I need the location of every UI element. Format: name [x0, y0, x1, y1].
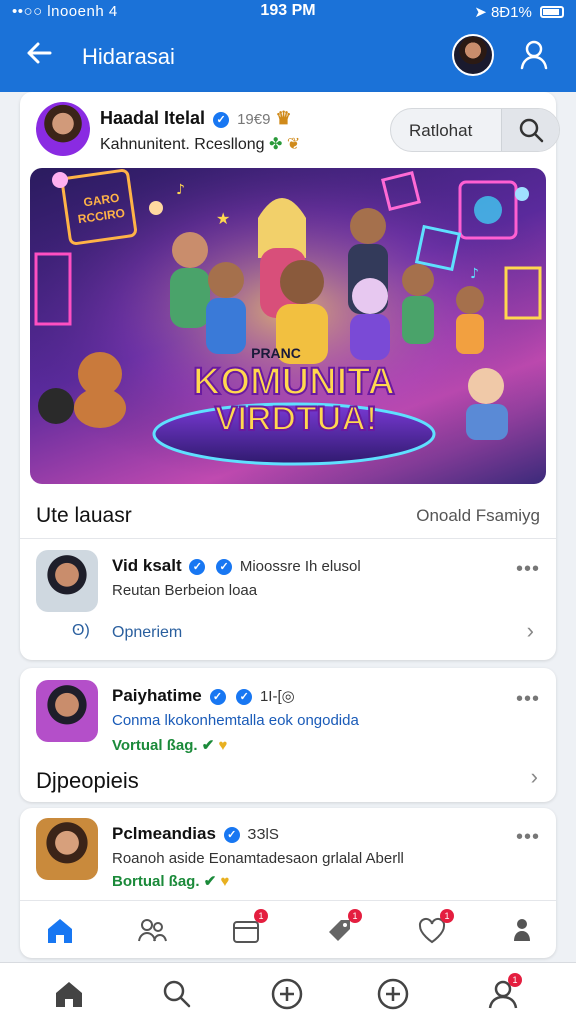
- check-icon: ✔: [203, 873, 217, 890]
- feed-item[interactable]: Pclmeandias ✓ ЗЗlS Roanoh aside Eonamtad…: [36, 818, 540, 898]
- hero-title-line2: VIRDTUA!: [215, 400, 377, 438]
- chevron-right-icon[interactable]: ›: [527, 618, 534, 644]
- notification-badge: 1: [440, 909, 454, 923]
- verified-icon: ✓: [236, 689, 253, 705]
- author-name[interactable]: Haadal Itelal ✓ 19€9 ♛: [100, 108, 292, 129]
- check-icon: ✔: [201, 737, 215, 754]
- person-icon[interactable]: [506, 915, 538, 945]
- verified-icon: ✓: [216, 559, 233, 575]
- butterfly-icon: ❦: [286, 136, 301, 153]
- svg-text:♪: ♪: [470, 266, 479, 282]
- status-right: ➤ 8Ð1%: [474, 3, 564, 21]
- battery-icon: [540, 6, 564, 18]
- feed-name[interactable]: Paiyhatime ✓ ✓ 1I-[◎: [112, 686, 295, 706]
- feed-subtitle: Conma lkokonhemtalla eok ongodida: [112, 712, 359, 729]
- section-title: Ute lauasr: [36, 504, 132, 527]
- feed-item[interactable]: Paiyhatime ✓ ✓ 1I-[◎ Conma lkokonhemtall…: [36, 680, 540, 760]
- top-bar: ••○○ lnooenh 4 193 PM ➤ 8Ð1% Hidarasai: [0, 0, 576, 92]
- verified-icon: ✓: [209, 689, 226, 705]
- notification-badge: 1: [348, 909, 362, 923]
- svg-text:♪: ♪: [176, 182, 185, 198]
- header-avatar[interactable]: [452, 34, 494, 76]
- nav-search-icon[interactable]: [160, 977, 194, 1011]
- feed-card: Paiyhatime ✓ ✓ 1I-[◎ Conma lkokonhemtall…: [20, 668, 556, 802]
- feed-tag: Bortual ßag.: [112, 873, 200, 890]
- trophy-icon: ♛: [275, 108, 292, 128]
- feed-card: Pclmeandias ✓ ЗЗlS Roanoh aside Eonamtad…: [20, 808, 556, 958]
- battery-percent: 8Ð1%: [490, 4, 532, 21]
- feed-tag-row: Bortual ßag. ✔ ♥: [112, 872, 229, 890]
- status-bar: ••○○ lnooenh 4 193 PM ➤ 8Ð1%: [0, 0, 576, 26]
- nav-plus-circle-icon[interactable]: [270, 977, 304, 1011]
- page-title: Hidarasai: [82, 44, 175, 69]
- user-icon[interactable]: [518, 38, 550, 70]
- hero-title-line1: KOMUNITA: [193, 361, 395, 403]
- author-name-text: Haadal Itelal: [100, 108, 206, 128]
- feed-meta: Mioossre Ih elusol: [239, 558, 361, 575]
- author-subtitle-text: Kahnunitent. Rcesllong: [100, 136, 265, 153]
- feed-avatar[interactable]: [36, 818, 98, 880]
- feed-name-text: Vid ksalt: [112, 556, 182, 575]
- more-options-icon[interactable]: •••: [516, 826, 540, 849]
- author-meta: 19€9: [237, 111, 271, 128]
- nav-profile-icon[interactable]: 1: [486, 973, 522, 1011]
- post-card: Haadal Itelal ✓ 19€9 ♛ Kahnunitent. Rces…: [20, 92, 560, 660]
- feed-name[interactable]: Vid ksalt ✓ ✓ Mioossre Ih elusol: [112, 556, 361, 576]
- feed-name-text: Paiyhatime: [112, 686, 202, 705]
- back-arrow-icon[interactable]: [24, 38, 54, 75]
- author-avatar[interactable]: [36, 102, 90, 156]
- feed-tag: Vortual ßag.: [112, 737, 198, 754]
- feed-tag-row: Vortual ßag. ✔ ♥: [112, 736, 227, 754]
- feed-avatar[interactable]: [36, 550, 98, 612]
- location-icon: ➤: [474, 4, 487, 21]
- chevron-right-icon[interactable]: ›: [531, 764, 538, 790]
- heart-icon: ♥: [220, 873, 230, 890]
- hero-banner-text: PRANC: [251, 345, 301, 361]
- clover-icon: ✤: [269, 136, 283, 153]
- feed-meta: ЗЗlS: [247, 826, 279, 843]
- sub-heading: Djpeopieis: [36, 768, 139, 793]
- heart-icon: ♥: [218, 737, 228, 754]
- feed-avatar[interactable]: [36, 680, 98, 742]
- search-button[interactable]: [501, 109, 559, 151]
- feed-subtitle: Reutan Berbeion loaa: [112, 582, 258, 599]
- more-options-icon[interactable]: •••: [516, 558, 540, 581]
- nav-home-icon[interactable]: [52, 977, 86, 1011]
- author-subtitle: Kahnunitent. Rcesllong ✤ ❦: [100, 134, 300, 154]
- heart-icon[interactable]: 1: [416, 909, 454, 945]
- more-options-icon[interactable]: •••: [516, 688, 540, 711]
- feed-meta: 1I-[◎: [259, 688, 295, 705]
- post-header: Haadal Itelal ✓ 19€9 ♛ Kahnunitent. Rces…: [36, 102, 560, 166]
- hero-illustration: ★ ♪ ♪ PRANC KOMUNITA VIRDTUA! GARO RCCIR…: [30, 168, 546, 484]
- feed-name[interactable]: Pclmeandias ✓ ЗЗlS: [112, 824, 279, 844]
- feed-name-text: Pclmeandias: [112, 824, 216, 843]
- section-link[interactable]: Onoald Fsamiyg: [416, 506, 540, 526]
- hero-image[interactable]: ★ ♪ ♪ PRANC KOMUNITA VIRDTUA! GARO RCCIR…: [30, 168, 546, 484]
- feed-item[interactable]: Vid ksalt ✓ ✓ Mioossre Ih elusol Reutan …: [36, 550, 540, 650]
- verified-icon: ✓: [189, 559, 206, 575]
- feed-subtitle: Roanoh aside Eonamtadesaon grlalal Aberl…: [112, 850, 404, 867]
- verified-icon: ✓: [223, 827, 240, 843]
- search-label: Ratlohat: [409, 121, 473, 140]
- notification-badge: 1: [254, 909, 268, 923]
- card-tab-bar: 1 1 1: [20, 900, 556, 958]
- reaction-icon[interactable]: ʘ): [72, 622, 90, 640]
- svg-text:★: ★: [216, 209, 230, 228]
- tag-icon[interactable]: 1: [324, 909, 362, 945]
- section-row: Ute lauasr Onoald Fsamiyg: [36, 504, 540, 532]
- calendar-icon[interactable]: 1: [230, 909, 268, 945]
- nav-plus-circle-icon[interactable]: [376, 977, 410, 1011]
- notification-badge: 1: [508, 973, 522, 987]
- verified-icon: ✓: [213, 112, 230, 128]
- feed-action[interactable]: Opneriem: [112, 624, 182, 642]
- home-icon[interactable]: [44, 915, 76, 945]
- divider: [20, 538, 556, 539]
- search-icon: [519, 118, 544, 143]
- bottom-nav: 1: [0, 962, 576, 1024]
- search-pill[interactable]: Ratlohat: [390, 108, 560, 152]
- people-icon[interactable]: [136, 915, 168, 945]
